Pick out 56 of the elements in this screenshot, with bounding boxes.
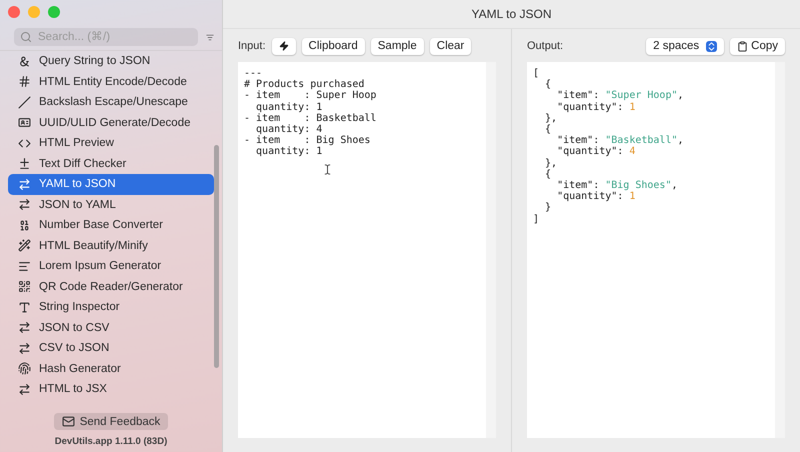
hash-icon <box>18 75 31 88</box>
qr-code-icon <box>18 280 31 294</box>
text-lines-icon <box>18 260 31 273</box>
window-title: YAML to JSON <box>223 0 800 29</box>
diff-icon <box>18 157 31 170</box>
sidebar-item[interactable]: Text Diff Checker <box>8 154 214 174</box>
mail-icon <box>62 415 75 428</box>
sidebar-item[interactable]: String Inspector <box>8 297 214 318</box>
swap-arrows-icon <box>18 321 31 334</box>
search-icon <box>20 31 32 43</box>
sidebar-item[interactable]: Hash Generator <box>8 358 214 379</box>
sidebar-item[interactable]: Backslash Escape/Unescape <box>8 92 214 112</box>
sidebar-item[interactable]: JSON to YAML <box>8 194 214 215</box>
sidebar-item[interactable]: CSV to JSON <box>8 338 214 358</box>
input-label: Input: <box>238 40 266 52</box>
minimize-button[interactable] <box>28 6 40 18</box>
version-label: DevUtils.app 1.11.0 (83D) <box>54 436 168 447</box>
sidebar-item[interactable]: Lorem Ipsum Generator <box>8 256 214 276</box>
sidebar-item[interactable]: Number Base Converter <box>8 215 214 236</box>
id-card-icon <box>18 116 31 130</box>
toolbar-button[interactable]: Clipboard <box>302 38 365 54</box>
copy-button[interactable]: Copy <box>730 38 785 54</box>
lightning-icon <box>278 41 289 51</box>
sidebar-item[interactable]: QR Code Reader/Generator <box>8 276 214 297</box>
close-button[interactable] <box>8 6 20 18</box>
toolbar-button[interactable]: Sample <box>370 38 424 54</box>
clipboard-icon <box>737 40 748 52</box>
sidebar-item[interactable]: HTML Entity Encode/Decode <box>8 72 214 92</box>
slash-icon <box>18 96 31 109</box>
swap-arrows-icon <box>18 382 31 396</box>
sidebar-item[interactable]: HTML Preview <box>8 133 214 154</box>
auto-button[interactable] <box>272 38 296 54</box>
sidebar-item[interactable]: HTML Beautify/Minify <box>8 236 214 256</box>
toolbar-button[interactable]: Clear <box>430 38 472 54</box>
zoom-button[interactable] <box>48 6 60 18</box>
output-label: Output: <box>527 40 564 52</box>
code-icon <box>18 136 31 150</box>
swap-arrows-icon <box>18 198 31 212</box>
scroll-bar[interactable] <box>214 145 219 368</box>
sidebar-item[interactable]: YAML to JSON <box>8 174 214 194</box>
letter-icon <box>18 300 31 314</box>
sidebar-item[interactable]: HTML to JSX <box>8 379 214 400</box>
output-editor: [ { "item": "Super Hoop", "quantity": 1 }, { "item": "Basketball", "quantity": 4 }, { "item": "Big Shoes", "quantity": 1 } ] <box>532 67 685 227</box>
send-feedback-button[interactable]: Send Feedback <box>54 413 168 430</box>
stepper-icon <box>706 40 718 52</box>
swap-arrows-icon <box>18 178 31 191</box>
text-cursor-icon <box>322 164 333 175</box>
indent-select[interactable]: 2 spaces <box>646 38 724 54</box>
ampersand-icon <box>18 54 31 68</box>
sidebar-item[interactable]: UUID/ULID Generate/Decode <box>8 112 214 133</box>
wand-icon <box>18 239 31 252</box>
fingerprint-icon <box>18 362 31 376</box>
swap-arrows-icon <box>18 342 31 355</box>
sidebar-item[interactable]: JSON to CSV <box>8 318 214 338</box>
sidebar-item[interactable]: Query String to JSON <box>8 51 214 72</box>
binary-icon <box>18 218 31 232</box>
